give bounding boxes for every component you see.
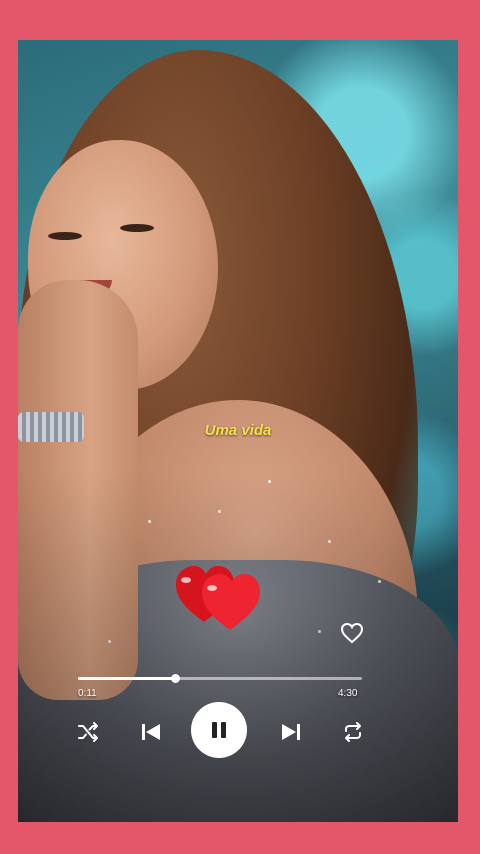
skip-next-icon[interactable] <box>279 720 303 744</box>
repeat-icon[interactable] <box>341 720 365 744</box>
progress-bar[interactable] <box>78 674 362 683</box>
music-video: Uma vida 0:11 4:30 <box>18 40 458 822</box>
elapsed-time: 0:11 <box>78 688 97 699</box>
pink-frame: Uma vida 0:11 4:30 <box>0 0 480 854</box>
shuffle-icon[interactable] <box>76 720 100 744</box>
progress-fill <box>78 677 175 680</box>
heart-outline-icon[interactable] <box>340 622 364 644</box>
progress-knob[interactable] <box>170 674 180 683</box>
playback-controls <box>18 702 458 760</box>
lyric-text: Uma vida <box>204 422 272 439</box>
red-hearts-icon <box>176 566 260 630</box>
total-time: 4:30 <box>338 688 358 699</box>
play-pause-button[interactable] <box>191 702 247 758</box>
skip-previous-icon[interactable] <box>139 720 163 744</box>
pause-icon <box>212 722 226 738</box>
